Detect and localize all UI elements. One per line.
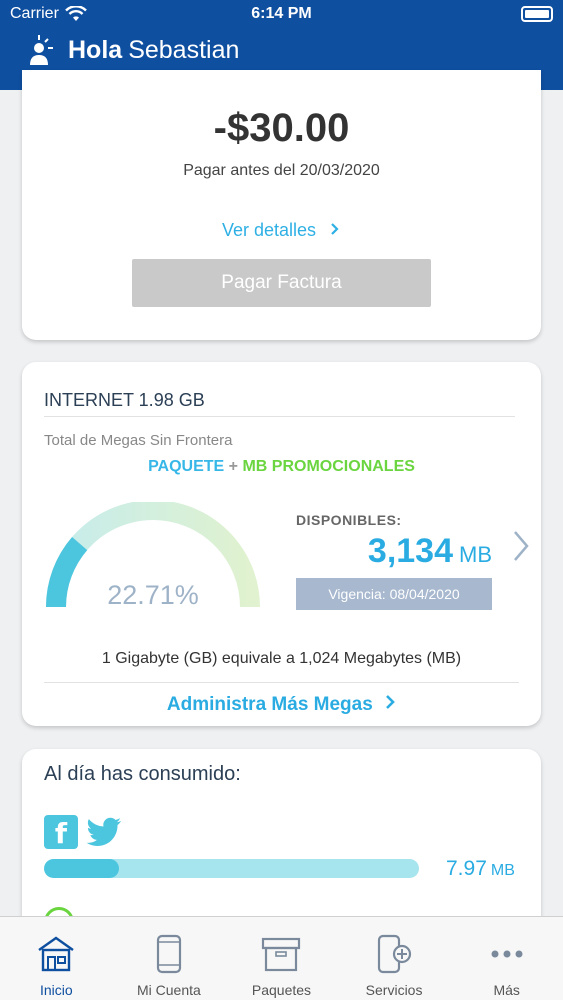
tab-label: Paquetes: [251, 982, 312, 998]
phone-icon: [156, 934, 181, 974]
tab-label: Más: [493, 982, 520, 998]
chevron-right-icon: [331, 223, 339, 235]
manage-megas-label: Administra Más Megas: [166, 694, 373, 715]
validity-badge: Vigencia: 08/04/2020: [296, 578, 492, 610]
tab-mi-cuenta[interactable]: Mi Cuenta: [113, 917, 226, 1000]
megas-label: Total de Megas Sin Frontera: [44, 432, 233, 449]
available-amount: 3,134 MB: [296, 532, 492, 571]
chevron-right-icon[interactable]: [510, 526, 532, 566]
available-label: DISPONIBLES:: [296, 512, 402, 528]
manage-megas-link[interactable]: Administra Más Megas: [22, 694, 541, 716]
internet-card: INTERNET 1.98 GB Total de Megas Sin Fron…: [22, 362, 541, 726]
legend-package: PAQUETE: [148, 458, 225, 475]
tab-inicio[interactable]: Inicio: [0, 917, 113, 1000]
usage-unit: MB: [490, 862, 515, 879]
view-details-label: Ver detalles: [221, 220, 317, 240]
sun-person-icon: [30, 35, 53, 65]
equivalence-note: 1 Gigabyte (GB) equivale a 1,024 Megabyt…: [101, 650, 462, 667]
internet-title: INTERNET 1.98 GB: [44, 390, 205, 410]
more-icon: [491, 950, 523, 958]
phone-plus-icon: [377, 934, 412, 974]
clock: 6:14 PM: [251, 5, 312, 22]
usage-progress-bar: [44, 859, 419, 878]
tab-label: Inicio: [39, 982, 73, 998]
available-value: 3,134: [367, 532, 453, 570]
bill-card: -$30.00 Pagar antes del 20/03/2020 Ver d…: [22, 70, 541, 340]
package-icon: [262, 937, 301, 972]
tab-label: Mi Cuenta: [136, 982, 201, 998]
greeting-header: Hola Sebastian: [28, 33, 239, 67]
tab-label: Servicios: [365, 982, 423, 998]
legend-plus: +: [228, 458, 239, 475]
legend-promo: MB PROMOCIONALES: [242, 458, 415, 475]
home-icon: [38, 936, 74, 972]
pay-bill-button[interactable]: Pagar Factura: [132, 259, 431, 307]
tab-bar: Inicio Mi Cuenta Paquetes Servicios Más: [0, 916, 563, 1000]
usage-amount: 7.97 MB: [446, 857, 515, 881]
tab-paquetes[interactable]: Paquetes: [225, 917, 338, 1000]
gauge-percent: 22.71%: [107, 580, 199, 610]
status-bar: Carrier 6:14 PM: [0, 0, 563, 30]
facebook-icon: f: [44, 815, 78, 850]
usage-progress-fill: [44, 859, 119, 878]
chevron-right-icon: [386, 695, 395, 709]
greeting-text: Hola Sebastian: [68, 36, 239, 65]
divider: [44, 416, 515, 417]
battery-icon: [521, 6, 553, 22]
data-legend: PAQUETE + MB PROMOCIONALES: [22, 458, 541, 476]
bill-amount: -$30.00: [213, 106, 350, 150]
available-unit: MB: [459, 542, 492, 567]
due-date-text: Pagar antes del 20/03/2020: [183, 162, 380, 179]
consumption-title: Al día has consumido:: [44, 763, 241, 785]
usage-value: 7.97: [446, 857, 487, 880]
twitter-icon: [86, 817, 121, 846]
view-details-link[interactable]: Ver detalles: [22, 220, 541, 241]
divider: [44, 682, 519, 683]
tab-servicios[interactable]: Servicios: [338, 917, 451, 1000]
greeting-hello: Hola: [68, 35, 123, 64]
social-apps: f: [44, 815, 122, 850]
tab-mas[interactable]: Más: [450, 917, 563, 1000]
user-name: Sebastian: [128, 35, 240, 64]
